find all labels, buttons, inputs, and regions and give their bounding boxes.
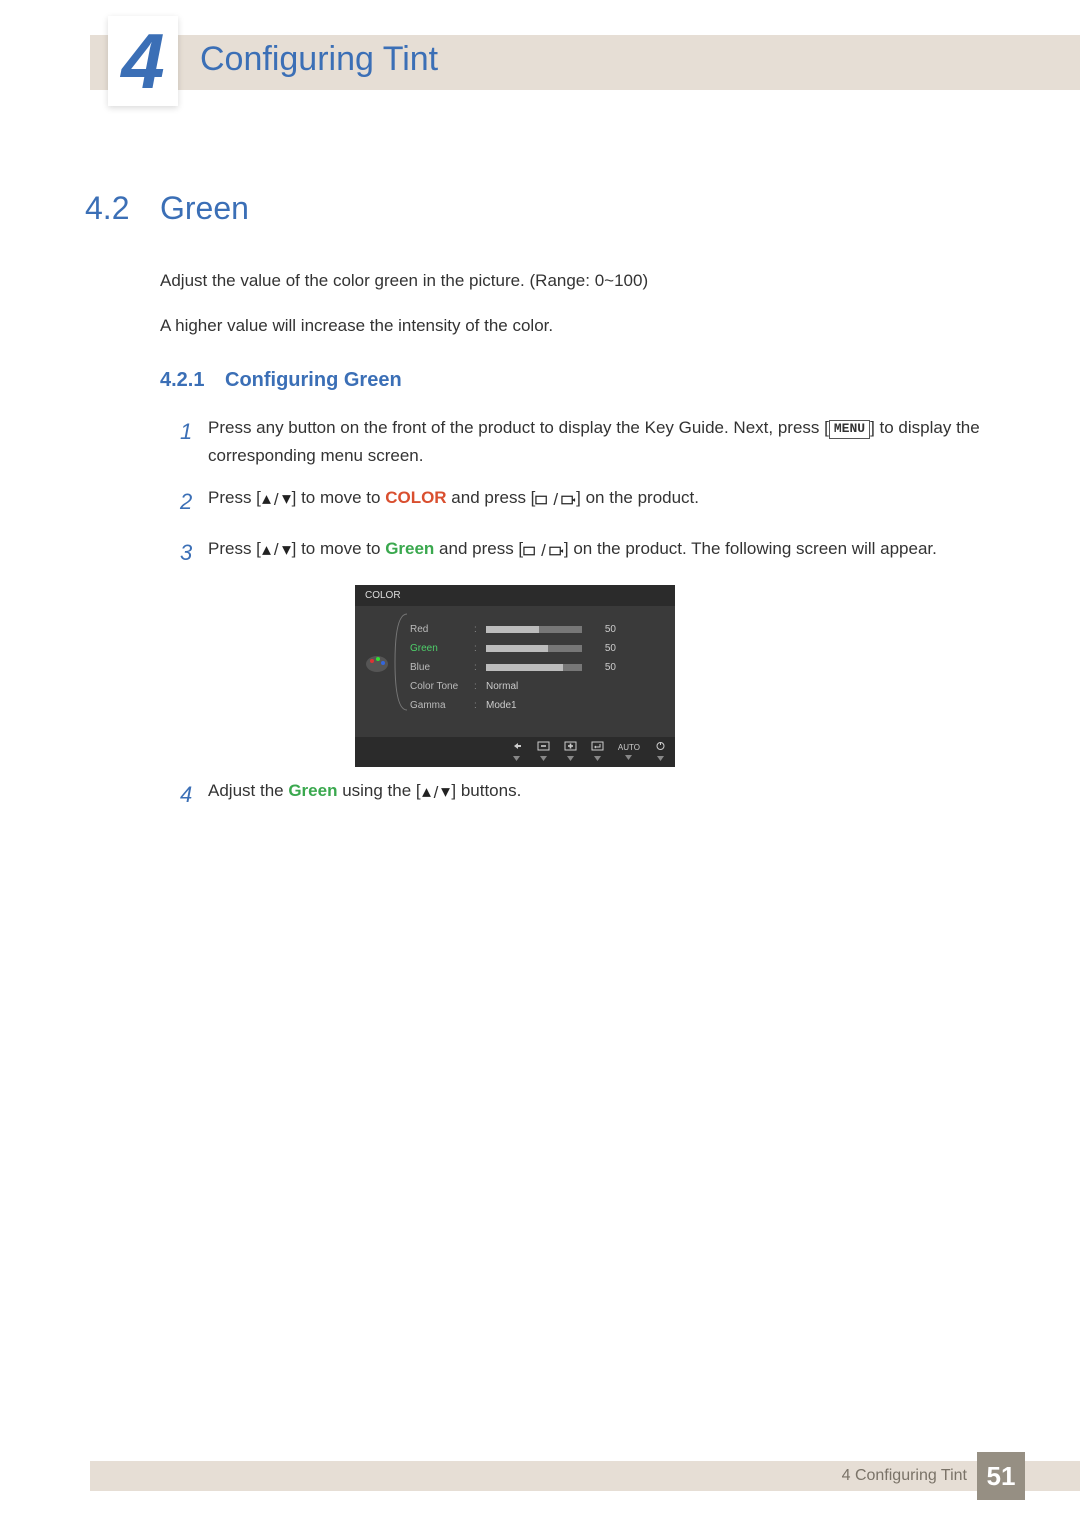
palette-icon [365, 654, 389, 674]
osd-body: Red : 50 Green : 50 Blue : 50 [355, 606, 675, 737]
osd-slider [486, 645, 582, 652]
keyword-color: COLOR [385, 488, 446, 507]
osd-slider [486, 626, 582, 633]
osd-footer-power-icon [654, 741, 667, 763]
osd-label: Green [410, 643, 468, 654]
step-3: 3 Press [ / ] to move to Green and press… [180, 535, 995, 571]
osd-row-colortone: Color Tone : Normal [410, 677, 663, 696]
osd-row-red: Red : 50 [410, 620, 663, 639]
step-body: Press any button on the front of the pro… [208, 414, 995, 470]
osd-label: Red [410, 624, 468, 635]
osd-figure: COLOR Red : 50 Green : 50 Blue [355, 585, 675, 767]
step-number: 4 [180, 777, 208, 813]
section-title: Green [160, 190, 249, 227]
source-enter-icon: / [535, 486, 576, 514]
section-number: 4.2 [85, 190, 160, 227]
bracket-curve-icon [393, 612, 411, 712]
osd-row-gamma: Gamma : Mode1 [410, 696, 663, 715]
intro-paragraph-2: A higher value will increase the intensi… [160, 312, 995, 339]
intro-paragraph-1: Adjust the value of the color green in t… [160, 267, 995, 294]
osd-footer-auto: AUTO [618, 743, 640, 762]
osd-value: Mode1 [486, 700, 517, 711]
step-2: 2 Press [ / ] to move to COLOR and press… [180, 484, 995, 520]
osd-footer-enter-icon [591, 741, 604, 763]
page-number: 51 [977, 1452, 1025, 1500]
osd-footer-back-icon [510, 741, 523, 763]
osd-label: Color Tone [410, 681, 468, 692]
up-down-icon: / [421, 779, 452, 807]
step-1: 1 Press any button on the front of the p… [180, 414, 995, 470]
step-number: 1 [180, 414, 208, 470]
step-number: 2 [180, 484, 208, 520]
osd-row-green: Green : 50 [410, 639, 663, 658]
footer-text: 4 Configuring Tint [842, 1467, 967, 1485]
chapter-number-box: 4 [108, 16, 178, 106]
page-footer: 4 Configuring Tint 51 [90, 1461, 1080, 1491]
subsection-heading: 4.2.1 Configuring Green [160, 369, 995, 392]
menu-button-label: MENU [829, 420, 870, 439]
osd-row-blue: Blue : 50 [410, 658, 663, 677]
osd-value: Normal [486, 681, 518, 692]
osd-title: COLOR [355, 585, 675, 606]
osd-value: 50 [588, 643, 616, 654]
step-number: 3 [180, 535, 208, 571]
step-body: Adjust the Green using the [ / ] buttons… [208, 777, 995, 813]
osd-label: Gamma [410, 700, 468, 711]
section-heading: 4.2 Green [85, 190, 995, 227]
osd-footer: AUTO [355, 737, 675, 767]
source-enter-icon: / [523, 537, 564, 565]
osd-footer-plus-icon [564, 741, 577, 763]
osd-slider [486, 664, 582, 671]
osd-footer-minus-icon [537, 741, 550, 763]
keyword-green: Green [288, 781, 337, 800]
subsection-title: Configuring Green [225, 369, 402, 392]
chapter-number: 4 [121, 22, 164, 100]
chapter-title: Configuring Tint [200, 40, 438, 79]
osd-value: 50 [588, 662, 616, 673]
step-body: Press [ / ] to move to COLOR and press [… [208, 484, 995, 520]
step-body: Press [ / ] to move to Green and press [… [208, 535, 995, 571]
osd-panel: COLOR Red : 50 Green : 50 Blue [355, 585, 675, 767]
keyword-green: Green [385, 539, 434, 558]
osd-label: Blue [410, 662, 468, 673]
up-down-icon: / [261, 536, 292, 564]
up-down-icon: / [261, 486, 292, 514]
step-4: 4 Adjust the Green using the [ / ] butto… [180, 777, 995, 813]
osd-value: 50 [588, 624, 616, 635]
content-area: 4.2 Green Adjust the value of the color … [85, 190, 995, 827]
subsection-number: 4.2.1 [160, 369, 225, 392]
